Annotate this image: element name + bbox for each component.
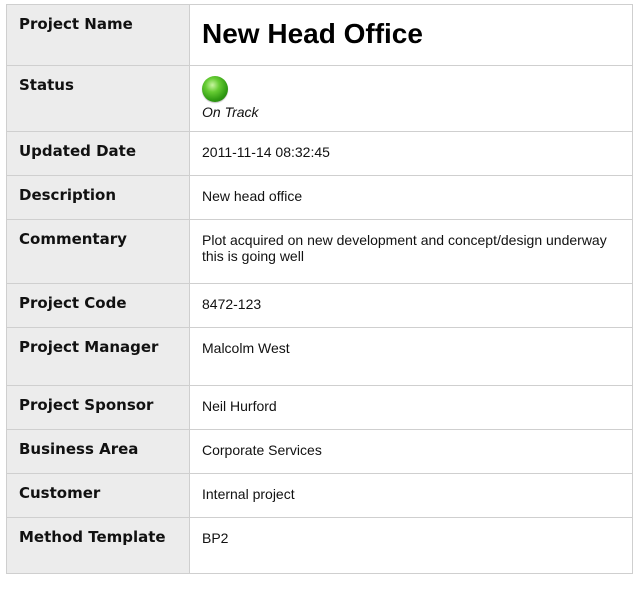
updated-date-label: Updated Date xyxy=(6,131,190,176)
project-manager-value: Malcolm West xyxy=(189,327,633,386)
project-name-cell: New Head Office xyxy=(189,4,633,66)
project-sponsor-label: Project Sponsor xyxy=(6,385,190,430)
commentary-value: Plot acquired on new development and con… xyxy=(189,219,633,284)
row-project-sponsor: Project Sponsor Neil Hurford xyxy=(6,385,633,430)
row-description: Description New head office xyxy=(6,175,633,220)
green-status-icon xyxy=(202,76,228,102)
updated-date-value: 2011-11-14 08:32:45 xyxy=(189,131,633,176)
project-sponsor-value: Neil Hurford xyxy=(189,385,633,430)
business-area-label: Business Area xyxy=(6,429,190,474)
description-value: New head office xyxy=(189,175,633,220)
row-project-manager: Project Manager Malcolm West xyxy=(6,327,633,386)
status-cell: On Track xyxy=(189,65,633,132)
business-area-value: Corporate Services xyxy=(189,429,633,474)
project-name-label: Project Name xyxy=(6,4,190,66)
project-title: New Head Office xyxy=(202,18,423,49)
customer-value: Internal project xyxy=(189,473,633,518)
method-template-value: BP2 xyxy=(189,517,633,574)
project-details-table: Project Name New Head Office Status On T… xyxy=(6,4,633,574)
row-method-template: Method Template BP2 xyxy=(6,517,633,574)
description-label: Description xyxy=(6,175,190,220)
row-project-code: Project Code 8472-123 xyxy=(6,283,633,328)
commentary-label: Commentary xyxy=(6,219,190,284)
row-project-name: Project Name New Head Office xyxy=(6,4,633,66)
method-template-label: Method Template xyxy=(6,517,190,574)
row-commentary: Commentary Plot acquired on new developm… xyxy=(6,219,633,284)
project-manager-label: Project Manager xyxy=(6,327,190,386)
customer-label: Customer xyxy=(6,473,190,518)
project-code-label: Project Code xyxy=(6,283,190,328)
status-value: On Track xyxy=(202,104,259,120)
project-code-value: 8472-123 xyxy=(189,283,633,328)
status-label: Status xyxy=(6,65,190,132)
row-updated-date: Updated Date 2011-11-14 08:32:45 xyxy=(6,131,633,176)
row-customer: Customer Internal project xyxy=(6,473,633,518)
row-status: Status On Track xyxy=(6,65,633,132)
row-business-area: Business Area Corporate Services xyxy=(6,429,633,474)
